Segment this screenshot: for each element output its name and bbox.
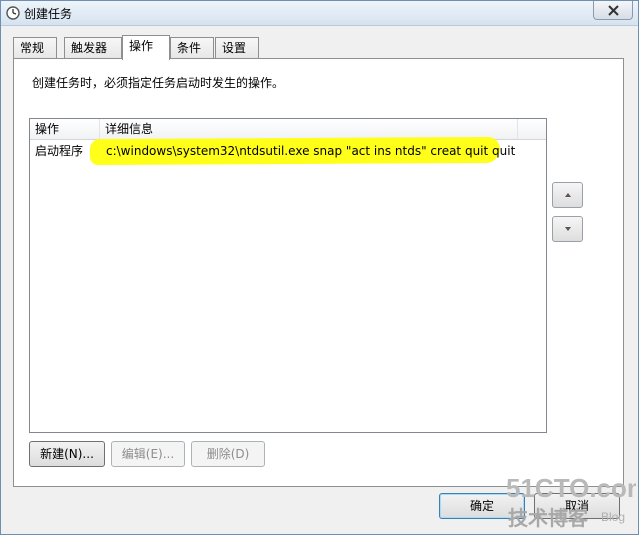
move-down-button[interactable] <box>552 216 583 242</box>
column-header-details[interactable]: 详细信息 <box>100 119 518 139</box>
panel-description: 创建任务时，必须指定任务启动时发生的操作。 <box>32 76 285 90</box>
actions-list[interactable]: 操作 详细信息 启动程序 c:\windows\system32\ntdsuti… <box>29 118 547 433</box>
tab-actions[interactable]: 操作 <box>122 35 170 60</box>
watermark-site: 51CTO.com <box>506 473 636 503</box>
tab-general[interactable]: 常规 <box>13 37 57 59</box>
tab-conditions[interactable]: 条件 <box>170 37 214 59</box>
list-item[interactable]: 启动程序 c:\windows\system32\ntdsutil.exe sn… <box>30 136 546 166</box>
title-bar[interactable]: 创建任务 <box>1 1 638 26</box>
new-action-button[interactable]: 新建(N)... <box>29 441 105 467</box>
arrow-down-icon <box>565 227 571 231</box>
create-task-dialog: 创建任务 常规 触发器 操作 条件 设置 创建任务时，必须指定任务启动时发生的操… <box>0 0 639 535</box>
arrow-up-icon <box>565 193 571 197</box>
edit-action-button[interactable]: 编辑(E)... <box>111 441 185 467</box>
details-cell: c:\windows\system32\ntdsutil.exe snap "a… <box>106 144 516 158</box>
window-title: 创建任务 <box>24 7 73 21</box>
delete-action-button[interactable]: 删除(D) <box>191 441 265 467</box>
clock-icon <box>6 6 20 20</box>
watermark-text: 技术博客 <box>508 506 589 530</box>
column-header-action[interactable]: 操作 <box>30 119 100 139</box>
action-cell: 启动程序 <box>35 144 84 158</box>
watermark-blog: Blog <box>601 510 625 524</box>
close-icon <box>608 5 619 16</box>
close-button[interactable] <box>593 1 633 20</box>
tab-settings[interactable]: 设置 <box>215 37 259 59</box>
site-watermark: 51CTO.com 技术博客 Blog <box>506 473 636 530</box>
tab-triggers[interactable]: 触发器 <box>64 37 122 59</box>
move-up-button[interactable] <box>552 182 583 208</box>
